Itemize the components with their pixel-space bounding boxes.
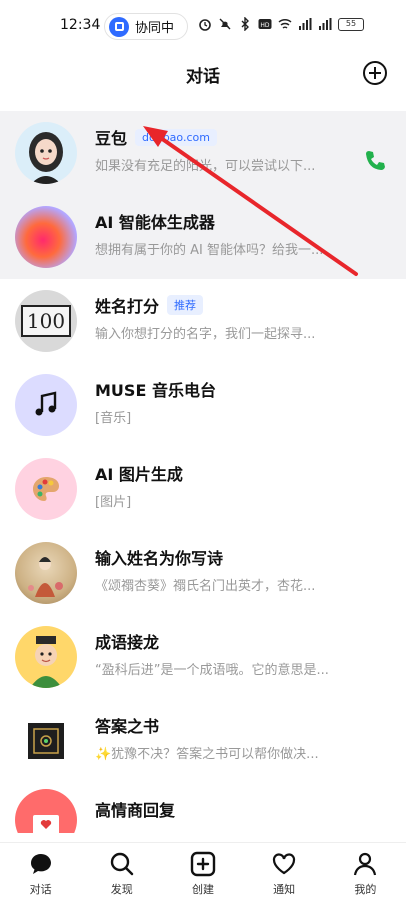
avatar <box>15 122 77 184</box>
conversation-title: 输入姓名为你写诗 <box>95 549 224 568</box>
list-item[interactable]: MUSE 音乐电台 [音乐] <box>0 363 406 447</box>
conversation-title: AI 智能体生成器 <box>95 213 215 232</box>
signal-icon <box>319 18 332 30</box>
tab-bar: 对话 发现 创建 通知 我的 <box>0 842 406 906</box>
wifi-icon <box>278 18 292 29</box>
list-item[interactable]: 答案之书 ✨犹豫不决？答案之书可以帮你做决... <box>0 699 406 783</box>
avatar <box>15 710 77 772</box>
avatar-label: 100 <box>20 305 72 337</box>
collab-icon <box>109 16 129 37</box>
tab-profile[interactable]: 我的 <box>325 843 406 906</box>
avatar <box>15 789 77 833</box>
palette-icon <box>33 477 59 501</box>
hd-icon: HD <box>258 19 272 29</box>
list-item[interactable]: 成语接龙 “盈科后进”是一个成语哦。它的意思是... <box>0 615 406 699</box>
heart-icon <box>273 853 296 875</box>
page-title: 对话 <box>186 67 220 87</box>
url-badge: doubao.com <box>135 128 217 146</box>
conversation-preview: 输入你想打分的名字，我们一起探寻... <box>95 327 316 342</box>
bluetooth-icon <box>241 17 249 31</box>
tab-discover[interactable]: 发现 <box>81 843 162 906</box>
avatar: 100 <box>15 290 77 352</box>
svg-text:HD: HD <box>260 22 270 29</box>
conversation-preview: [图片] <box>95 495 132 510</box>
list-item[interactable]: 豆包 doubao.com 如果没有充足的阳光，可以尝试以下... <box>0 111 406 195</box>
avatar <box>15 542 77 604</box>
conversation-title: 豆包 <box>95 129 128 148</box>
conversation-preview: ✨犹豫不决？答案之书可以帮你做决... <box>95 747 319 762</box>
person-icon <box>354 852 377 876</box>
status-icons: HD 55 <box>198 17 364 31</box>
music-note-icon <box>35 391 57 416</box>
plus-circle-icon[interactable] <box>363 61 387 85</box>
search-icon <box>110 852 133 876</box>
conversation-title: AI 图片生成 <box>95 465 183 484</box>
tab-label: 通知 <box>273 883 296 896</box>
tab-notifications[interactable]: 通知 <box>244 843 325 906</box>
conversation-list: 豆包 doubao.com 如果没有充足的阳光，可以尝试以下... AI 智能体… <box>0 111 406 833</box>
list-item[interactable]: AI 图片生成 [图片] <box>0 447 406 531</box>
header: 对话 <box>0 52 406 110</box>
conversation-preview: [音乐] <box>95 411 132 426</box>
battery-icon: 55 <box>338 17 364 31</box>
chat-bubble-icon <box>30 854 51 874</box>
list-item[interactable]: 100 姓名打分 推荐 输入你想打分的名字，我们一起探寻... <box>0 279 406 363</box>
collab-label: 协同中 <box>135 21 175 36</box>
conversation-preview: 《颂禤杏葵》禤氏名门出英才，杏花... <box>95 579 316 594</box>
conversation-preview: 如果没有充足的阳光，可以尝试以下... <box>95 159 316 174</box>
tab-label: 对话 <box>29 883 52 896</box>
list-item[interactable]: AI 智能体生成器 想拥有属于你的 AI 智能体吗？给我一... <box>0 195 406 279</box>
recommend-badge: 推荐 <box>167 295 204 315</box>
conversation-preview: “盈科后进”是一个成语哦。它的意思是... <box>95 663 329 678</box>
mute-icon <box>219 18 231 30</box>
conversation-preview: 想拥有属于你的 AI 智能体吗？给我一... <box>95 243 324 258</box>
avatar <box>15 458 77 520</box>
conversation-title: 姓名打分 <box>95 297 160 316</box>
avatar <box>15 206 77 268</box>
alarm-icon <box>199 19 211 31</box>
conversation-title: 答案之书 <box>95 717 160 736</box>
list-item[interactable]: 输入姓名为你写诗 《颂禤杏葵》禤氏名门出英才，杏花... <box>0 531 406 615</box>
tab-label: 创建 <box>191 883 214 896</box>
phone-icon[interactable] <box>364 149 386 171</box>
avatar <box>15 626 77 688</box>
conversation-title: 高情商回复 <box>95 801 176 820</box>
tab-chat[interactable]: 对话 <box>0 843 81 906</box>
avatar <box>15 374 77 436</box>
status-time: 12:34 <box>60 17 101 33</box>
conversation-title: 成语接龙 <box>95 633 160 652</box>
status-bar: 12:34 协同中 HD 55 <box>0 0 406 52</box>
tab-create[interactable]: 创建 <box>162 843 243 906</box>
signal-icon <box>299 18 312 30</box>
list-item[interactable]: 高情商回复 <box>0 783 406 833</box>
tab-label: 我的 <box>354 883 377 896</box>
tab-label: 发现 <box>110 883 133 896</box>
collab-pill[interactable]: 协同中 <box>104 13 188 40</box>
plus-square-icon <box>190 851 216 877</box>
conversation-title: MUSE 音乐电台 <box>95 381 216 400</box>
